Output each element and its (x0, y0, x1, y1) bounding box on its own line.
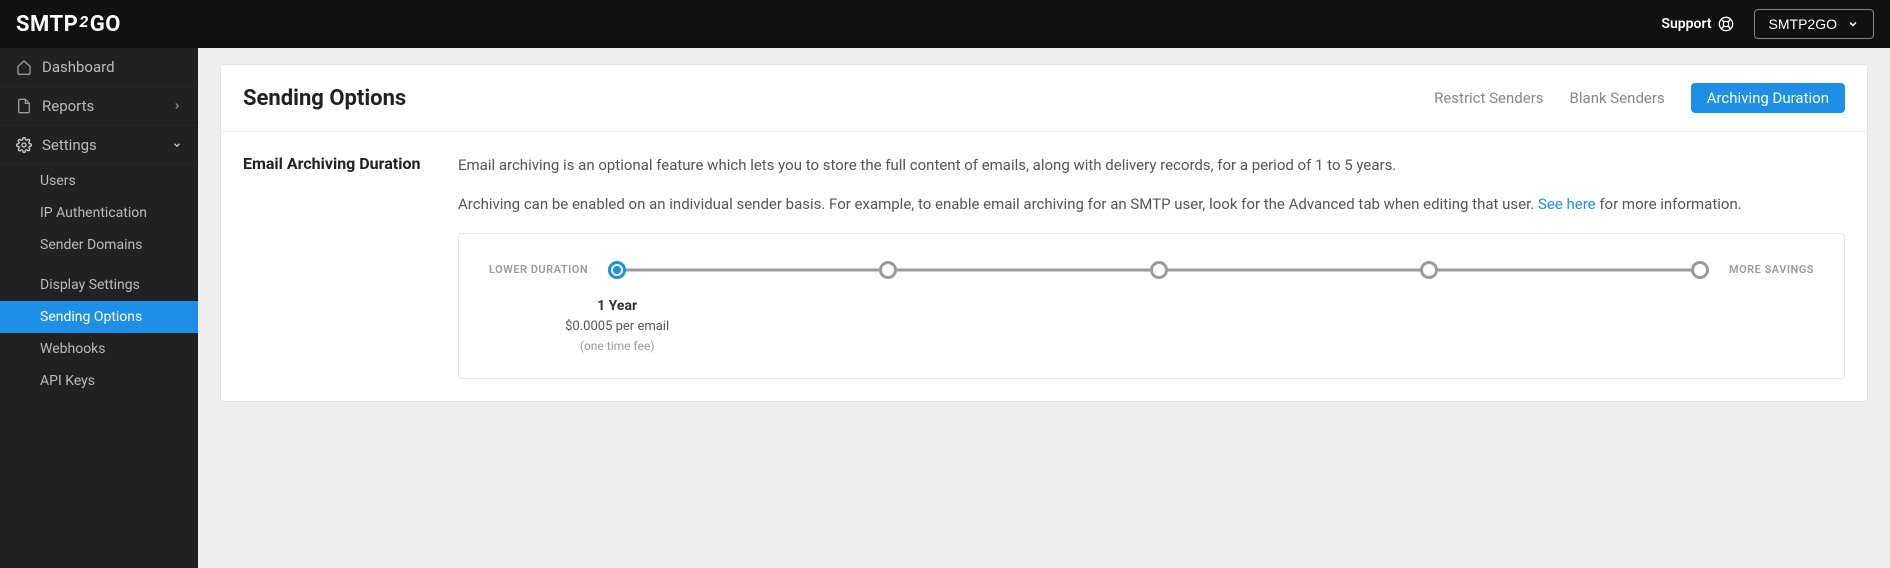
slider-value-track: 1 Year $0.0005 per email (one time fee) (608, 286, 1709, 356)
description-text-b: for more information. (1596, 195, 1742, 213)
tabs: Restrict Senders Blank Senders Archiving… (1434, 83, 1845, 113)
description-paragraph-2: Archiving can be enabled on an individua… (458, 193, 1845, 216)
slider-selected-value: 1 Year $0.0005 per email (one time fee) (557, 296, 677, 356)
slider-track[interactable] (608, 260, 1709, 280)
sidebar-item-label: Dashboard (42, 58, 115, 76)
account-dropdown[interactable]: SMTP2GO (1754, 9, 1874, 39)
sidebar-item-api-keys[interactable]: API Keys (0, 365, 198, 397)
tab-archiving-duration[interactable]: Archiving Duration (1691, 83, 1845, 113)
description-paragraph-1: Email archiving is an optional feature w… (458, 154, 1845, 177)
chevron-right-icon (172, 101, 182, 111)
tab-restrict-senders[interactable]: Restrict Senders (1434, 89, 1543, 107)
slider-value-sub: $0.0005 per email (557, 317, 677, 337)
layout: Dashboard Reports Settings Users IP Auth… (0, 48, 1890, 568)
page-title: Sending Options (243, 86, 406, 111)
support-label: Support (1661, 16, 1711, 32)
slider-value-slot-4 (1420, 286, 1438, 356)
main: Sending Options Restrict Senders Blank S… (198, 48, 1890, 568)
home-icon (16, 59, 32, 75)
slider-stop-4[interactable] (1420, 261, 1438, 279)
slider-right-label: MORE SAVINGS (1729, 261, 1814, 278)
section-title: Email Archiving Duration (243, 154, 438, 379)
gear-icon (16, 137, 32, 153)
slider-value-row: LOWER DURATION 1 Year $0.0005 per email … (489, 280, 1814, 356)
sidebar-item-label: IP Authentication (40, 205, 147, 221)
sidebar-item-label: Sender Domains (40, 237, 142, 253)
sidebar-item-dashboard[interactable]: Dashboard (0, 48, 198, 87)
sidebar-divider (0, 261, 198, 269)
topbar: SMTP2GO Support SMTP2GO (0, 0, 1890, 48)
sidebar-item-sender-domains[interactable]: Sender Domains (0, 229, 198, 261)
chevron-down-icon (172, 140, 182, 150)
sidebar-item-label: Display Settings (40, 277, 140, 293)
sidebar: Dashboard Reports Settings Users IP Auth… (0, 48, 198, 568)
sidebar-item-sending-options[interactable]: Sending Options (0, 301, 198, 333)
logo-text-mid: 2 (79, 12, 88, 31)
description-text-a: Archiving can be enabled on an individua… (458, 195, 1538, 213)
slider-value-title: 1 Year (557, 296, 677, 318)
logo-text-suffix: GO (90, 12, 121, 37)
sidebar-item-settings[interactable]: Settings (0, 126, 198, 165)
slider-stop-3[interactable] (1150, 261, 1168, 279)
sidebar-item-label: Users (40, 173, 76, 189)
lifebuoy-icon (1718, 16, 1734, 32)
duration-slider-card: LOWER DURATION MORE SAVINGS (458, 233, 1845, 379)
panel: Sending Options Restrict Senders Blank S… (220, 64, 1868, 402)
panel-body: Email Archiving Duration Email archiving… (221, 132, 1867, 401)
slider-left-label: LOWER DURATION (489, 261, 588, 278)
chevron-down-icon (1847, 18, 1859, 30)
slider-stop-5[interactable] (1691, 261, 1709, 279)
sidebar-item-label: Sending Options (40, 309, 142, 325)
slider-stop-1[interactable] (608, 261, 626, 279)
sidebar-item-label: Settings (42, 136, 97, 154)
section-content: Email archiving is an optional feature w… (458, 154, 1845, 379)
logo[interactable]: SMTP2GO (16, 12, 121, 37)
account-label: SMTP2GO (1769, 16, 1837, 32)
sidebar-item-reports[interactable]: Reports (0, 87, 198, 126)
sidebar-item-label: API Keys (40, 373, 95, 389)
sidebar-item-users[interactable]: Users (0, 165, 198, 197)
slider-value-note: (one time fee) (557, 337, 677, 356)
support-link[interactable]: Support (1661, 16, 1733, 32)
sidebar-item-label: Webhooks (40, 341, 106, 357)
panel-header: Sending Options Restrict Senders Blank S… (221, 65, 1867, 132)
tab-blank-senders[interactable]: Blank Senders (1570, 89, 1665, 107)
sidebar-item-ip-authentication[interactable]: IP Authentication (0, 197, 198, 229)
slider-stop-2[interactable] (879, 261, 897, 279)
slider-value-slot-5 (1691, 286, 1709, 356)
topbar-right: Support SMTP2GO (1661, 9, 1874, 39)
slider-value-slot-1: 1 Year $0.0005 per email (one time fee) (608, 286, 626, 356)
slider-value-slot-3 (1150, 286, 1168, 356)
document-icon (16, 98, 32, 114)
slider-value-slot-2 (879, 286, 897, 356)
sidebar-item-webhooks[interactable]: Webhooks (0, 333, 198, 365)
sidebar-item-label: Reports (42, 97, 94, 115)
see-here-link[interactable]: See here (1538, 195, 1596, 213)
slider-row: LOWER DURATION MORE SAVINGS (489, 260, 1814, 280)
logo-text-prefix: SMTP (16, 12, 78, 37)
sidebar-item-display-settings[interactable]: Display Settings (0, 269, 198, 301)
